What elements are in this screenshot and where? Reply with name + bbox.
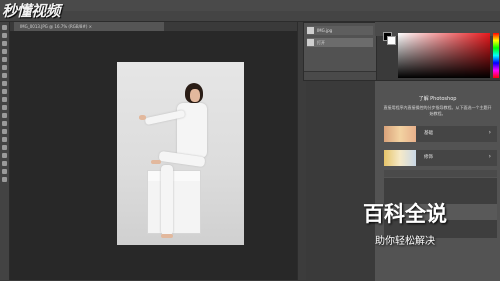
move-tool-icon[interactable] <box>2 25 7 30</box>
chevron-right-icon: › <box>488 129 491 136</box>
eraser-tool-icon[interactable] <box>2 105 7 110</box>
history-state-open[interactable]: 打开 <box>307 38 373 47</box>
zoom-tool-icon[interactable] <box>2 177 7 182</box>
chevron-right-icon: › <box>488 153 491 160</box>
watermark-title: 百科全说 <box>363 202 447 226</box>
watermark-subtitle: 助你轻松解决 <box>375 236 435 247</box>
background-color-swatch[interactable] <box>387 36 396 45</box>
history-item-label: 打开 <box>317 39 325 45</box>
clone-stamp-icon[interactable] <box>2 89 7 94</box>
card-thumbnail <box>384 126 416 142</box>
document-state-icon <box>307 39 314 46</box>
card-thumbnail <box>384 150 416 166</box>
lasso-tool-icon[interactable] <box>2 41 7 46</box>
blur-tool-icon[interactable] <box>2 121 7 126</box>
learn-card-basics[interactable]: 基础 › <box>384 126 497 142</box>
healing-brush-icon[interactable] <box>2 73 7 78</box>
white-box-prop <box>147 170 201 234</box>
type-tool-icon[interactable] <box>2 145 7 150</box>
crop-tool-icon[interactable] <box>2 57 7 62</box>
person-leg <box>161 165 173 235</box>
shape-tool-icon[interactable] <box>2 161 7 166</box>
menu-bar[interactable] <box>0 0 500 11</box>
person-bare-foot <box>151 160 161 164</box>
person-hand <box>139 115 146 120</box>
hue-slider[interactable] <box>493 33 499 78</box>
history-item-label: IMG.jpg <box>317 28 333 33</box>
path-select-icon[interactable] <box>2 153 7 158</box>
history-snapshot[interactable]: IMG.jpg <box>307 26 373 35</box>
brush-tool-icon[interactable] <box>2 81 7 86</box>
learn-card-retouch[interactable]: 修饰 › <box>384 150 497 166</box>
person-face <box>190 89 200 102</box>
snapshot-thumbnail <box>307 27 314 34</box>
history-brush-icon[interactable] <box>2 97 7 102</box>
history-panel: IMG.jpg 打开 <box>303 22 377 81</box>
eyedropper-tool-icon[interactable] <box>2 65 7 70</box>
video-site-logo: 秒懂视频 <box>2 2 61 20</box>
learn-card-label: 修饰 <box>424 155 433 160</box>
learn-panel-title: 了解 Photoshop <box>418 96 457 102</box>
color-picker-field[interactable] <box>398 33 490 78</box>
photo-image[interactable] <box>117 62 244 245</box>
tools-panel <box>0 22 10 280</box>
dodge-tool-icon[interactable] <box>2 129 7 134</box>
gradient-tool-icon[interactable] <box>2 113 7 118</box>
learn-panel-description: 直接用程序内直接操控的分步指导教程。从下面选一个主题开始教程。 <box>383 105 492 116</box>
options-bar[interactable] <box>0 11 500 22</box>
marquee-tool-icon[interactable] <box>2 33 7 38</box>
learn-card-label: 基础 <box>424 131 433 136</box>
hand-tool-icon[interactable] <box>2 169 7 174</box>
quick-select-tool-icon[interactable] <box>2 49 7 54</box>
history-footer <box>304 71 376 80</box>
layers-panel-tabs[interactable] <box>384 170 497 177</box>
person-foot <box>161 234 173 238</box>
document-tab[interactable]: IMG_0013.JPG @ 16.7% (RGB/8#) × <box>14 22 164 31</box>
pen-tool-icon[interactable] <box>2 137 7 142</box>
